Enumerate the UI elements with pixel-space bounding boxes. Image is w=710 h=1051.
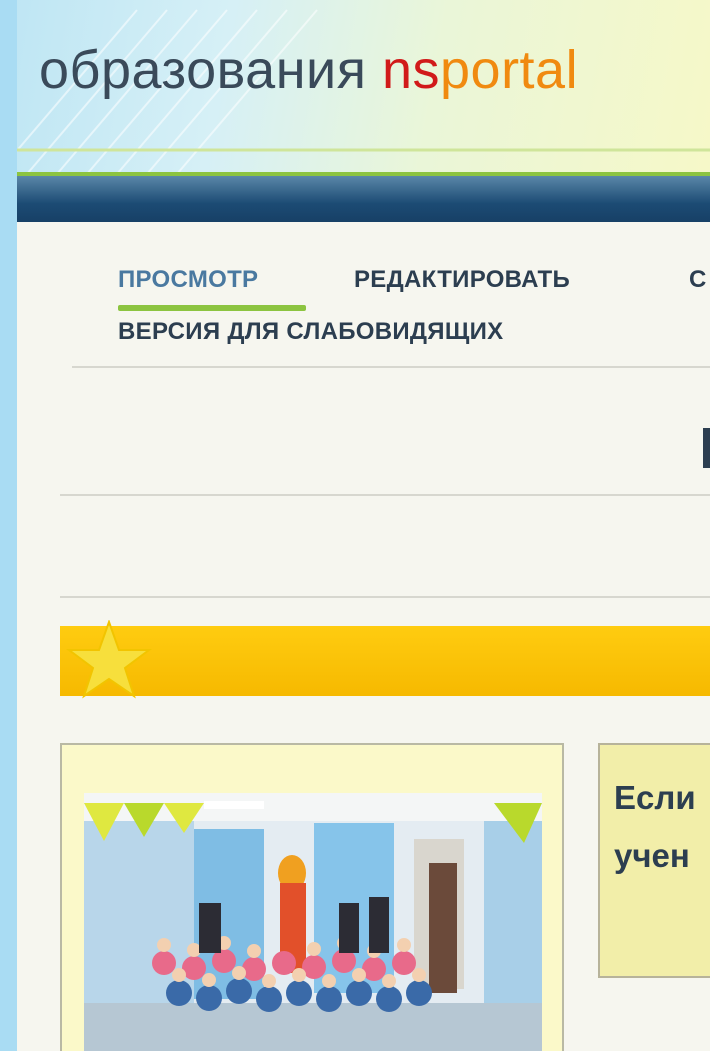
screenshot-canvas: образования nsportal ПРОСМОТР РЕДАКТИРОВ… bbox=[17, 0, 710, 1051]
main-navigation-bar bbox=[17, 172, 710, 222]
tab-edit[interactable]: РЕДАКТИРОВАТЬ bbox=[354, 266, 570, 294]
photo-illustration bbox=[84, 793, 542, 1051]
divider bbox=[72, 366, 710, 368]
site-header: образования nsportal bbox=[17, 0, 710, 174]
tab-more[interactable]: С bbox=[689, 266, 707, 294]
info-card-line1: Если bbox=[614, 779, 696, 816]
info-card-line2: учен bbox=[614, 837, 690, 874]
star-icon bbox=[66, 620, 152, 699]
brand-ns: ns bbox=[381, 40, 440, 100]
info-card: Если учен bbox=[598, 743, 710, 978]
divider bbox=[60, 596, 710, 598]
yellow-banner bbox=[60, 620, 710, 699]
divider bbox=[60, 494, 710, 496]
active-tab-indicator bbox=[118, 305, 306, 311]
tab-low-vision-version[interactable]: ВЕРСИЯ ДЛЯ СЛАБОВИДЯЩИХ bbox=[118, 318, 503, 346]
site-title[interactable]: образования nsportal bbox=[39, 38, 578, 102]
group-photo[interactable] bbox=[84, 793, 542, 1051]
tab-view[interactable]: ПРОСМОТР bbox=[118, 266, 258, 294]
page-heading-fragment bbox=[703, 428, 710, 468]
brand-portal: portal bbox=[440, 40, 579, 100]
site-title-text: образования bbox=[39, 40, 382, 100]
photo-card bbox=[60, 743, 564, 1051]
